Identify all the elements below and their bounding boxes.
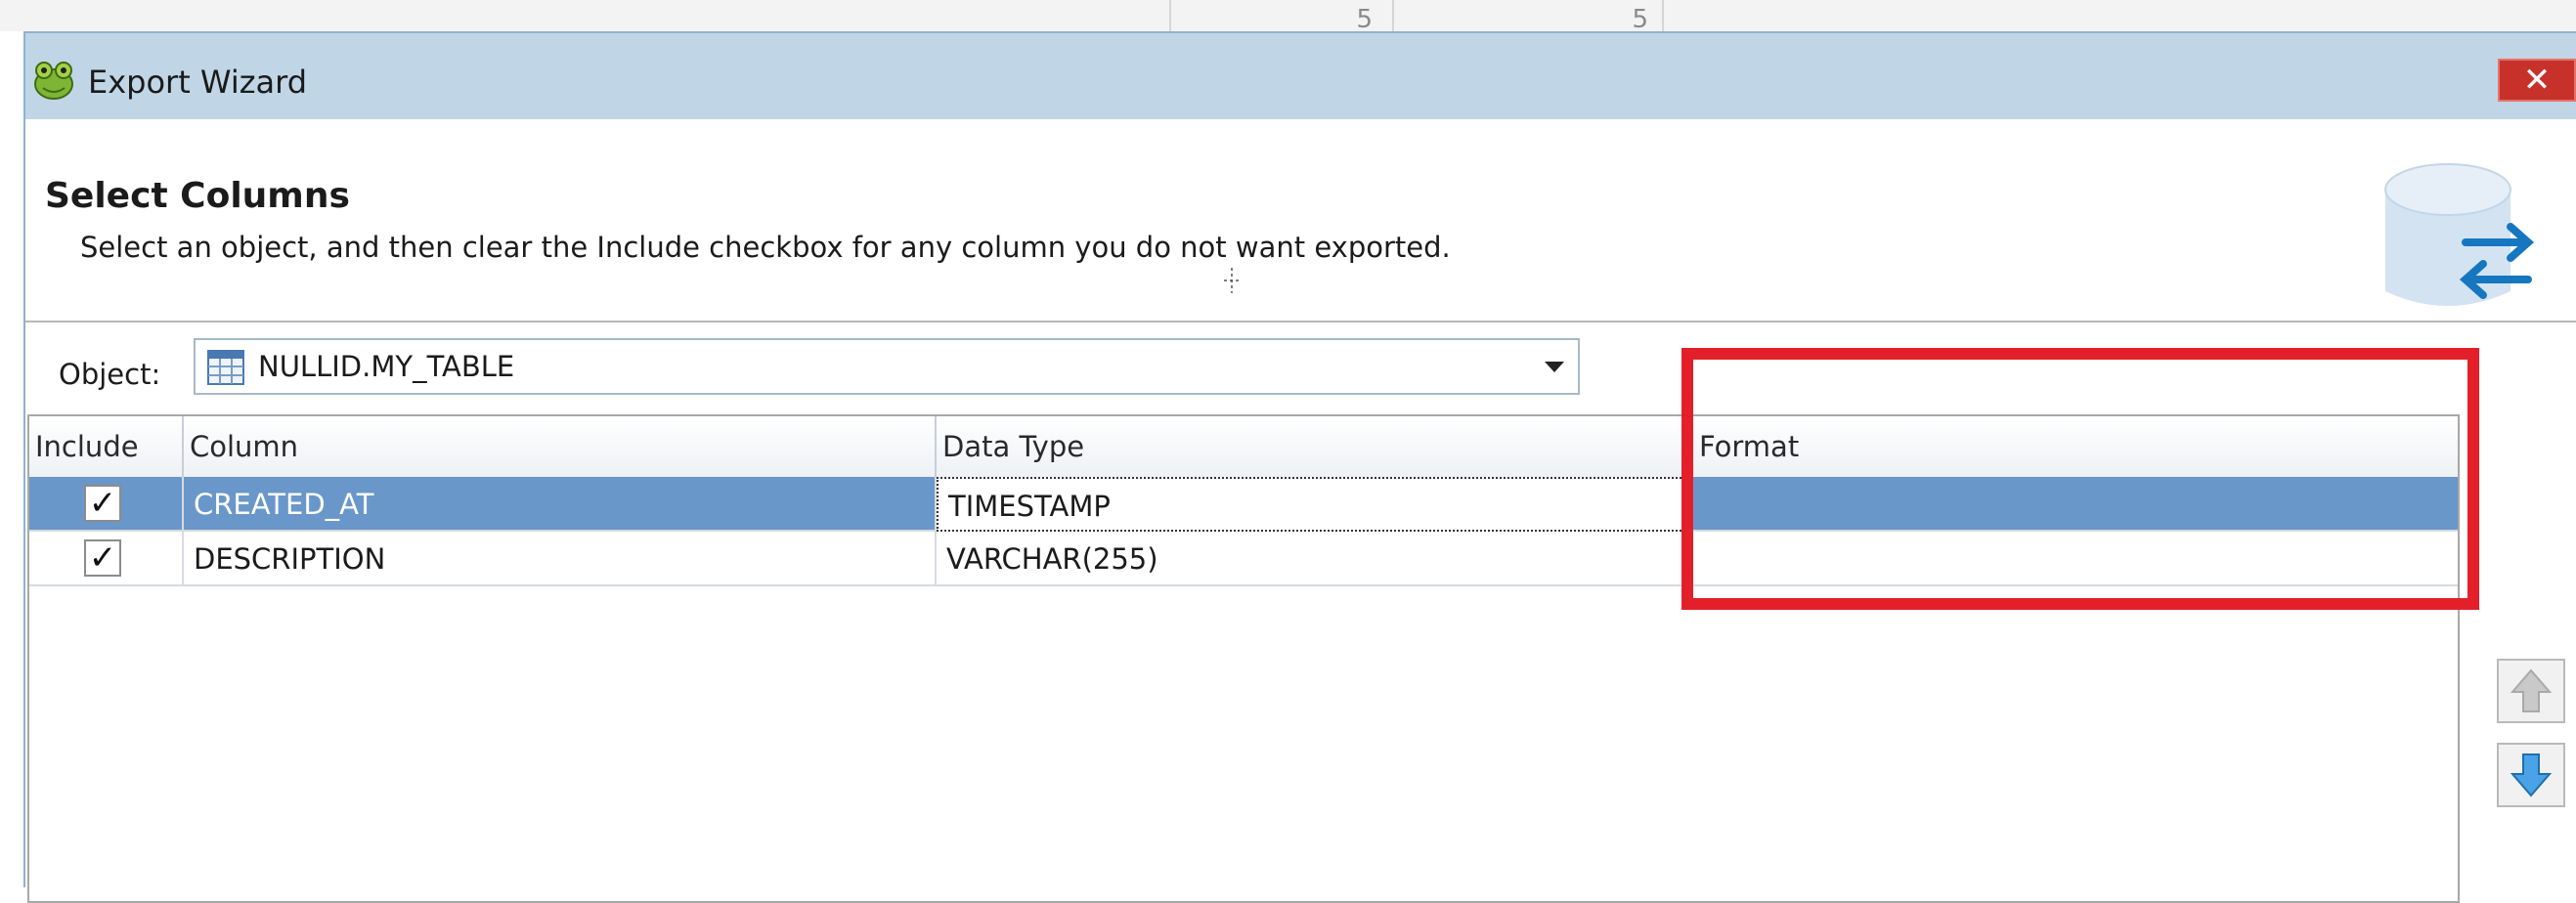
frog-icon: [34, 62, 73, 100]
window-title: Export Wizard: [88, 64, 308, 101]
page-title: Select Columns: [45, 176, 350, 216]
move-up-button[interactable]: [2497, 659, 2565, 723]
wizard-header: Select Columns Select an object, and the…: [25, 119, 2576, 322]
column-header-column[interactable]: Column: [184, 416, 937, 477]
column-name-cell[interactable]: CREATED_AT: [184, 477, 937, 532]
background-spreadsheet-strip: 5 5: [0, 0, 2576, 34]
format-column-highlight: [1681, 348, 2479, 610]
text-cursor-icon: [1224, 268, 1240, 293]
column-header-data-type[interactable]: Data Type: [937, 416, 1693, 477]
move-up-arrow-icon: [2510, 668, 2553, 712]
background-cell: 5: [1169, 0, 1386, 34]
data-type-cell[interactable]: VARCHAR(255): [937, 532, 1693, 586]
column-name-cell[interactable]: DESCRIPTION: [184, 532, 937, 586]
include-cell[interactable]: ✓: [29, 532, 184, 586]
include-checkbox[interactable]: ✓: [84, 485, 121, 522]
background-cell: 5: [1392, 0, 1664, 34]
object-value: NULLID.MY_TABLE: [258, 350, 515, 383]
page-description: Select an object, and then clear the Inc…: [80, 231, 1451, 264]
move-down-button[interactable]: [2497, 743, 2565, 807]
data-type-cell[interactable]: TIMESTAMP: [937, 477, 1693, 532]
column-header-include[interactable]: Include: [29, 416, 184, 477]
object-dropdown[interactable]: NULLID.MY_TABLE: [194, 338, 1580, 395]
object-label: Object:: [59, 358, 161, 391]
database-export-icon: [2384, 163, 2535, 306]
chevron-down-icon[interactable]: [1545, 362, 1564, 372]
export-wizard-dialog: Export Wizard ✕ Select Columns Select an…: [23, 31, 2576, 903]
include-checkbox[interactable]: ✓: [84, 539, 121, 577]
table-icon: [207, 350, 244, 385]
move-down-arrow-icon: [2510, 753, 2553, 797]
include-cell[interactable]: ✓: [29, 477, 184, 532]
close-button[interactable]: ✕: [2498, 59, 2576, 102]
title-bar[interactable]: Export Wizard ✕: [25, 33, 2576, 119]
